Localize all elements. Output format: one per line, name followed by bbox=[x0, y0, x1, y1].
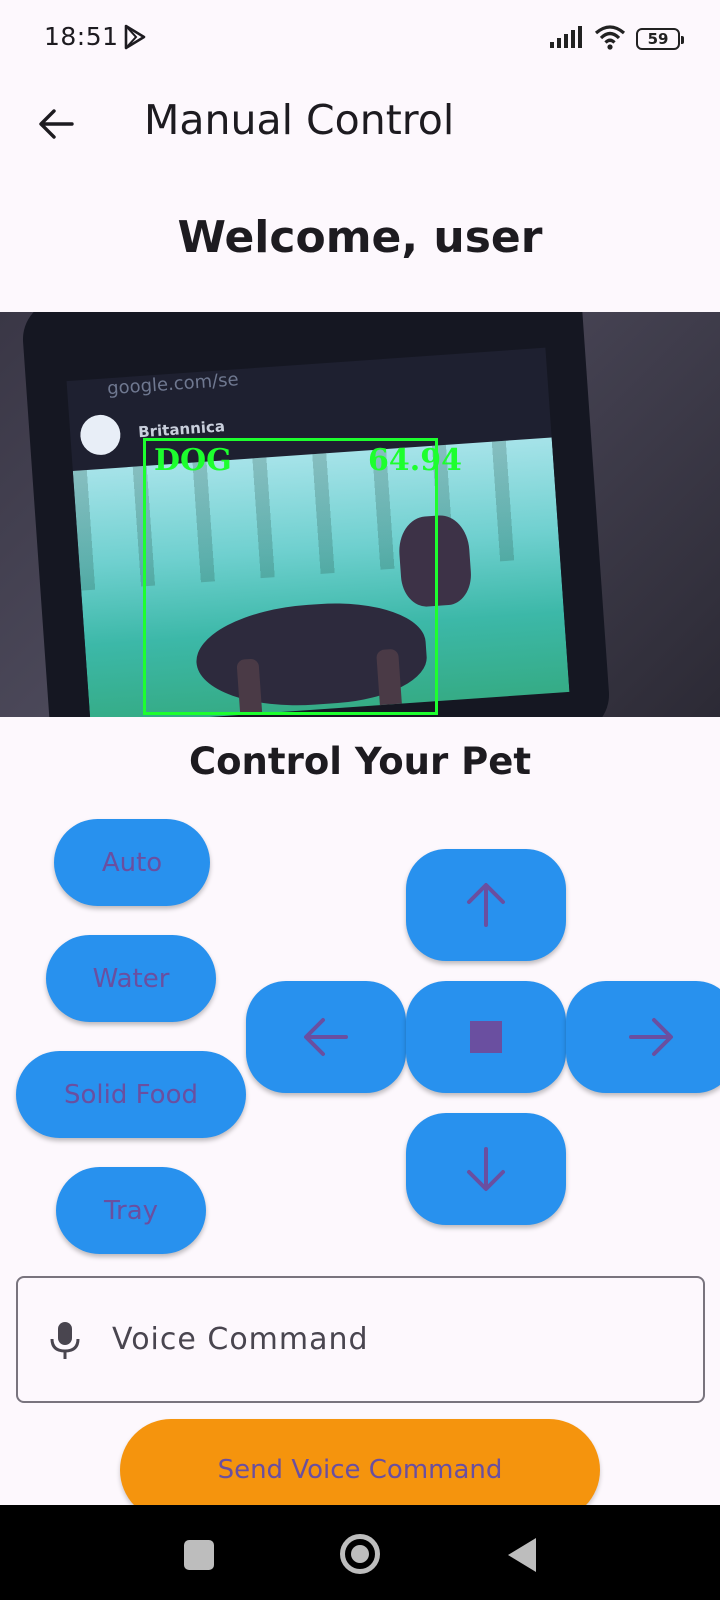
stop-button[interactable] bbox=[406, 981, 566, 1093]
status-icons: 59 bbox=[550, 24, 684, 54]
stop-icon bbox=[470, 1021, 502, 1053]
auto-button[interactable]: Auto bbox=[54, 819, 210, 906]
move-up-button[interactable] bbox=[406, 849, 566, 961]
move-right-button[interactable] bbox=[566, 981, 720, 1093]
status-time: 18:51 bbox=[44, 22, 119, 51]
detection-box: DOG 64.94 bbox=[143, 438, 462, 715]
detection-label: DOG bbox=[154, 443, 232, 478]
signal-icon bbox=[550, 25, 584, 53]
arrow-left-icon bbox=[304, 1018, 348, 1056]
battery-icon: 59 bbox=[636, 28, 684, 50]
battery-level: 59 bbox=[647, 30, 669, 48]
move-left-button[interactable] bbox=[246, 981, 406, 1093]
voice-command-placeholder: Voice Command bbox=[112, 1322, 369, 1357]
water-button[interactable]: Water bbox=[46, 935, 216, 1022]
mic-icon bbox=[50, 1321, 80, 1359]
nav-back-icon[interactable] bbox=[508, 1538, 536, 1572]
site-logo bbox=[79, 413, 122, 457]
solid-food-button[interactable]: Solid Food bbox=[16, 1051, 246, 1138]
arrow-right-icon bbox=[629, 1018, 673, 1056]
control-title: Control Your Pet bbox=[188, 740, 531, 783]
arrow-down-icon bbox=[467, 1147, 505, 1191]
detection-score: 64.94 bbox=[368, 443, 462, 478]
arrow-up-icon bbox=[467, 883, 505, 927]
move-down-button[interactable] bbox=[406, 1113, 566, 1225]
tray-button[interactable]: Tray bbox=[56, 1167, 206, 1254]
page-title: Manual Control bbox=[144, 96, 455, 144]
play-icon bbox=[123, 24, 147, 54]
welcome-heading: Welcome, user bbox=[177, 212, 543, 263]
voice-command-input[interactable]: Voice Command bbox=[16, 1276, 705, 1403]
home-icon[interactable] bbox=[340, 1534, 380, 1574]
back-button[interactable] bbox=[30, 98, 82, 150]
recents-icon[interactable] bbox=[184, 1540, 214, 1570]
wifi-icon bbox=[594, 24, 626, 54]
arrow-back-icon bbox=[39, 109, 74, 139]
